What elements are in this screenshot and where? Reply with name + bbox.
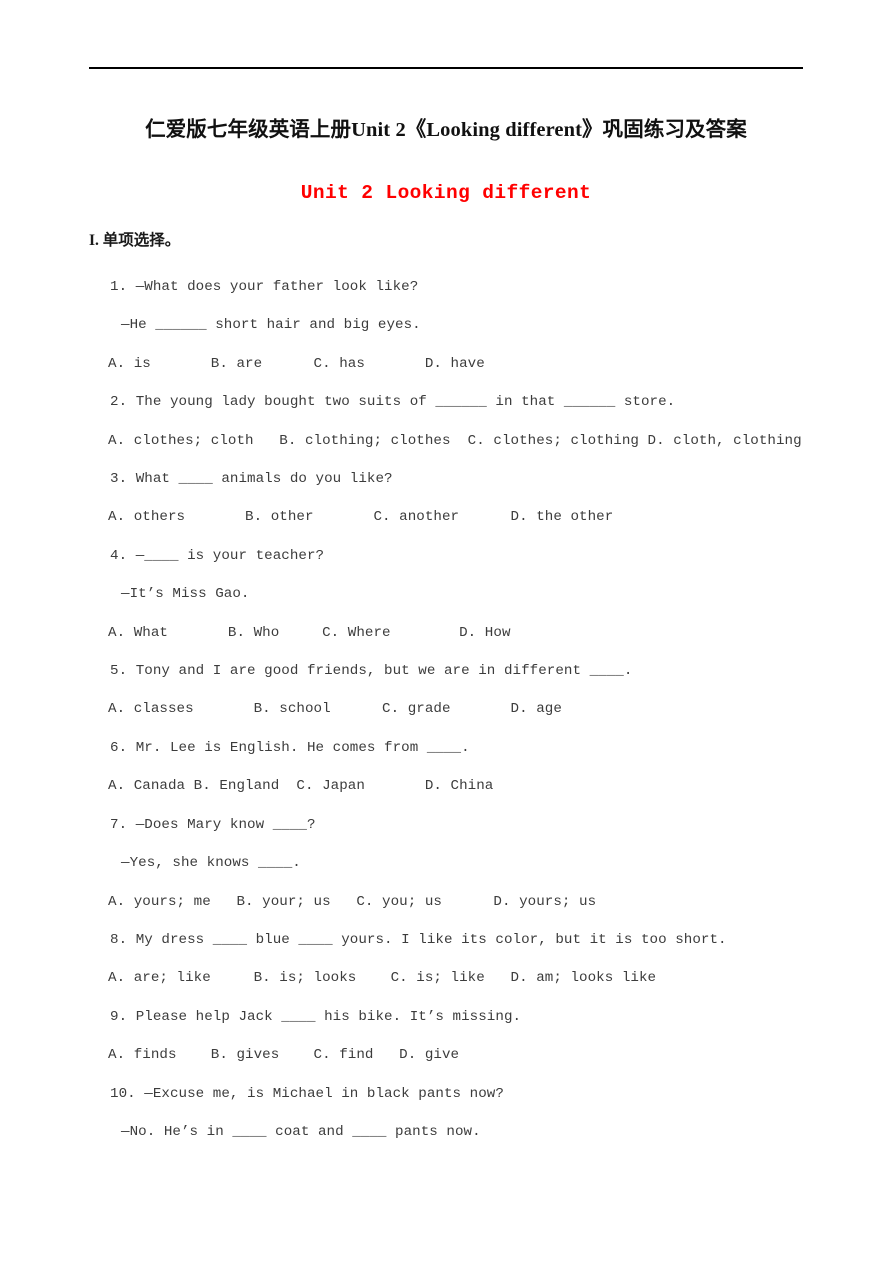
- question-options: A. Canada B. England C. Japan D. China: [108, 778, 494, 795]
- question-continuation: —Yes, she knows ____.: [121, 855, 301, 872]
- question-options: A. classes B. school C. grade D. age: [108, 701, 562, 718]
- question-stem: 3. What ____ animals do you like?: [110, 471, 393, 488]
- section-header-multiple-choice: I. 单项选择。: [89, 232, 181, 249]
- question-stem: 2. The young lady bought two suits of __…: [110, 394, 676, 411]
- question-stem: 9. Please help Jack ____ his bike. It’s …: [110, 1008, 522, 1025]
- question-item: 5. Tony and I are good friends, but we a…: [89, 652, 849, 729]
- question-continuation: —He ______ short hair and big eyes.: [121, 317, 421, 334]
- question-item: 4. —____ is your teacher? —It’s Miss Gao…: [89, 537, 849, 652]
- header-divider-rule: [89, 67, 803, 69]
- question-item: 6. Mr. Lee is English. He comes from ___…: [89, 729, 849, 806]
- document-page: 仁爱版七年级英语上册Unit 2《Looking different》巩固练习及…: [0, 0, 892, 1262]
- question-continuation: —No. He’s in ____ coat and ____ pants no…: [121, 1123, 481, 1140]
- question-options: A. others B. other C. another D. the oth…: [108, 509, 614, 526]
- question-options: A. are; like B. is; looks C. is; like D.…: [108, 970, 657, 987]
- question-item: 10. —Excuse me, is Michael in black pant…: [89, 1075, 849, 1152]
- question-stem: 6. Mr. Lee is English. He comes from ___…: [110, 739, 470, 756]
- unit-heading: Unit 2 Looking different: [300, 182, 592, 204]
- question-item: 1. —What does your father look like? —He…: [89, 268, 849, 383]
- question-item: 9. Please help Jack ____ his bike. It’s …: [89, 998, 849, 1075]
- question-stem: 1. —What does your father look like?: [110, 279, 419, 295]
- question-stem: 8. My dress ____ blue ____ yours. I like…: [110, 931, 727, 948]
- question-continuation: —It’s Miss Gao.: [121, 586, 250, 603]
- question-options: A. yours; me B. your; us C. you; us D. y…: [108, 893, 597, 910]
- document-title: 仁爱版七年级英语上册Unit 2《Looking different》巩固练习及…: [145, 119, 747, 141]
- question-options: A. finds B. gives C. find D. give: [108, 1047, 460, 1064]
- question-item: 3. What ____ animals do you like? A. oth…: [89, 460, 849, 537]
- question-stem: 7. —Does Mary know ____?: [110, 816, 316, 833]
- question-options: A. is B. are C. has D. have: [108, 355, 485, 372]
- question-stem: 4. —____ is your teacher?: [110, 547, 325, 564]
- question-options: A. clothes; cloth B. clothing; clothes C…: [108, 432, 802, 449]
- question-stem: 10. —Excuse me, is Michael in black pant…: [110, 1085, 504, 1102]
- question-item: 8. My dress ____ blue ____ yours. I like…: [89, 921, 849, 998]
- question-options: A. What B. Who C. Where D. How: [108, 624, 511, 641]
- question-list: 1. —What does your father look like? —He…: [89, 268, 849, 1151]
- question-item: 7. —Does Mary know ____? —Yes, she knows…: [89, 806, 849, 921]
- question-stem: 5. Tony and I are good friends, but we a…: [110, 663, 633, 680]
- question-item: 2. The young lady bought two suits of __…: [89, 383, 849, 460]
